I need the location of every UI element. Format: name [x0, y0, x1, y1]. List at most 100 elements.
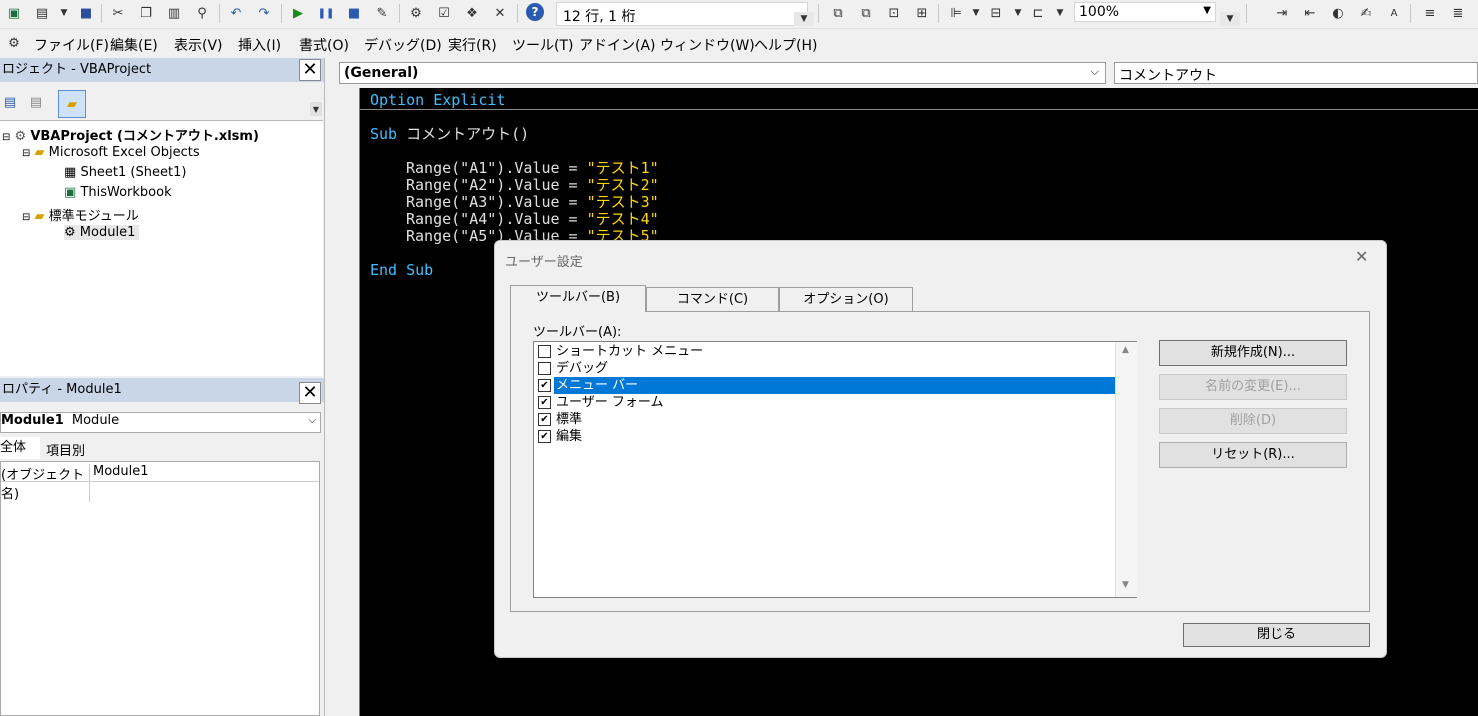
menu-insert[interactable]: 挿入(I)	[238, 35, 281, 55]
code-line: End Sub	[370, 261, 434, 279]
cut-icon[interactable]: ✂	[108, 3, 128, 23]
toolbar-listbox[interactable]: ショートカット メニュー デバッグ ✔ メニュー バー ✔ ユーザー フォーム …	[533, 341, 1137, 598]
align-dropdown-icon[interactable]: ▼	[966, 3, 986, 23]
view-object-icon[interactable]: ▤	[26, 92, 46, 112]
center-dropdown-icon[interactable]: ▼	[1008, 3, 1028, 23]
property-name: (オブジェクト名)	[1, 464, 90, 502]
list-item[interactable]: ショートカット メニュー	[536, 343, 1114, 360]
menu-addins[interactable]: アドイン(A)	[579, 35, 656, 55]
tab-options[interactable]: オプション(O)	[779, 287, 913, 311]
toolbar-checkbox[interactable]	[538, 345, 551, 358]
menu-edit[interactable]: 編集(E)	[110, 35, 158, 55]
menu-debug[interactable]: デバッグ(D)	[364, 35, 442, 55]
properties-window-icon[interactable]: ☑	[434, 3, 454, 23]
center-icon[interactable]: ⊟	[986, 3, 1006, 23]
list-item[interactable]: ✔ 編集	[536, 428, 1114, 445]
menu-format[interactable]: 書式(O)	[299, 35, 349, 55]
toolbar-checkbox[interactable]: ✔	[538, 430, 551, 443]
project-explorer-icon[interactable]: ⚙	[406, 3, 426, 23]
object-browser-icon[interactable]: ❖	[462, 3, 482, 23]
design-mode-icon[interactable]: ✎	[372, 3, 392, 23]
close-button[interactable]: 閉じる	[1183, 623, 1370, 647]
property-row[interactable]: (オブジェクト名) Module1	[1, 463, 319, 502]
object-combo[interactable]: (General) ⌵	[339, 62, 1106, 84]
property-value[interactable]: Module1	[93, 464, 149, 479]
panel-splitter[interactable]	[324, 58, 333, 716]
view-code-icon[interactable]: ▤	[0, 92, 20, 112]
code-margin-indicator-bar[interactable]	[333, 88, 360, 716]
save-icon[interactable]: ■	[76, 3, 96, 23]
list-item[interactable]: ✔ 標準	[536, 411, 1114, 428]
toggle-bookmark-icon[interactable]: ≡	[1420, 3, 1440, 23]
properties-window: ロパティ - Module1 ✕	[0, 378, 324, 404]
same-size-icon[interactable]: ⊏	[1028, 3, 1048, 23]
tree-modules-folder[interactable]: ⊟ ▰ 標準モジュール	[22, 205, 139, 224]
send-back-icon[interactable]: ⧉	[856, 3, 876, 23]
group-icon[interactable]: ⊡	[884, 3, 904, 23]
rename-toolbar-button[interactable]: 名前の変更(E)...	[1159, 374, 1347, 400]
find-icon[interactable]: ⚲	[192, 3, 212, 23]
delete-toolbar-button[interactable]: 削除(D)	[1159, 408, 1347, 434]
outdent-icon[interactable]: ⇤	[1300, 3, 1320, 23]
comment-block-icon[interactable]: ✍	[1356, 3, 1376, 23]
ungroup-icon[interactable]: ⊞	[912, 3, 932, 23]
tab-alphabetic[interactable]: 全体	[0, 437, 40, 459]
list-item[interactable]: デバッグ	[536, 360, 1114, 377]
vbe-menu-icon[interactable]: ⚙	[4, 33, 24, 53]
toolbar-checkbox[interactable]	[538, 362, 551, 375]
new-toolbar-button[interactable]: 新規作成(N)...	[1159, 340, 1347, 366]
scroll-down-icon[interactable]: ▼	[1122, 580, 1129, 590]
dialog-close-icon[interactable]: ✕	[1355, 247, 1368, 266]
copy-icon[interactable]: ❐	[136, 3, 156, 23]
bring-front-icon[interactable]: ⧉	[828, 3, 848, 23]
undo-icon[interactable]: ↶	[226, 3, 246, 23]
menu-file[interactable]: ファイル(F)	[34, 35, 109, 55]
help-icon[interactable]: ?	[526, 3, 544, 21]
excel-icon[interactable]: ▣	[4, 3, 24, 23]
scroll-up-icon[interactable]: ▲	[1122, 345, 1129, 355]
list-item[interactable]: ✔ ユーザー フォーム	[536, 394, 1114, 411]
redo-icon[interactable]: ↷	[254, 3, 274, 23]
next-bookmark-icon[interactable]: ≣	[1448, 3, 1468, 23]
paste-icon[interactable]: ▥	[164, 3, 184, 23]
reset-toolbar-button[interactable]: リセット(R)...	[1159, 442, 1347, 468]
tree-module1[interactable]: ⚙ Module1	[64, 225, 140, 240]
tab-commands[interactable]: コマンド(C)	[646, 287, 779, 311]
tab-toolbars[interactable]: ツールバー(B)	[510, 285, 646, 312]
zoom-select[interactable]: 100% ▼	[1074, 2, 1216, 22]
menu-view[interactable]: 表示(V)	[174, 35, 223, 55]
tree-thisworkbook[interactable]: ▣ ThisWorkbook	[64, 185, 172, 200]
listbox-scrollbar[interactable]: ▲ ▼	[1115, 342, 1137, 597]
menu-run[interactable]: 実行(R)	[448, 35, 497, 55]
tree-root[interactable]: ⊟ ⚙ VBAProject (コメントアウト.xlsm)	[2, 125, 259, 144]
procedure-combo[interactable]: コメントアウト	[1114, 62, 1478, 84]
toolbar-overflow-icon-3[interactable]: ▼	[310, 102, 322, 116]
same-size-dropdown-icon[interactable]: ▼	[1050, 3, 1070, 23]
toolbox-icon[interactable]: ✕	[490, 3, 510, 23]
break-icon[interactable]: ❚❚	[316, 3, 336, 23]
align-icon[interactable]: ⊫	[946, 3, 966, 23]
toolbar-overflow-icon-2[interactable]: ▼	[1220, 12, 1240, 26]
toggle-folders-icon[interactable]: ▰	[58, 90, 86, 118]
tab-categorized[interactable]: 項目別	[46, 440, 85, 459]
insert-userform-icon[interactable]: ▤	[32, 3, 52, 23]
dropdown-arrow-icon[interactable]: ▼	[54, 3, 74, 23]
close-properties-button[interactable]: ✕	[299, 382, 321, 404]
tree-sheet1[interactable]: ▦ Sheet1 (Sheet1)	[64, 165, 186, 180]
toolbar-overflow-icon[interactable]: ▼	[794, 12, 814, 26]
toolbar-checkbox[interactable]: ✔	[538, 413, 551, 426]
toolbar-checkbox[interactable]: ✔	[538, 379, 551, 392]
menu-help[interactable]: ヘルプ(H)	[754, 35, 817, 55]
uncomment-block-icon[interactable]: A	[1384, 3, 1404, 23]
indent-icon[interactable]: ⇥	[1272, 3, 1292, 23]
menu-window[interactable]: ウィンドウ(W)	[660, 35, 755, 55]
reset-icon[interactable]: ■	[344, 3, 364, 23]
run-icon[interactable]: ▶	[288, 3, 308, 23]
tree-excel-objects[interactable]: ⊟ ▰ Microsoft Excel Objects	[22, 145, 200, 160]
menu-tools[interactable]: ツール(T)	[512, 35, 573, 55]
close-project-explorer-button[interactable]: ✕	[299, 59, 321, 81]
toolbar-checkbox[interactable]: ✔	[538, 396, 551, 409]
list-item-selected[interactable]: ✔ メニュー バー	[536, 377, 1116, 394]
object-select[interactable]: Module1 Module ⌵	[0, 412, 321, 433]
toggle-breakpoint-icon[interactable]: ◐	[1328, 3, 1348, 23]
